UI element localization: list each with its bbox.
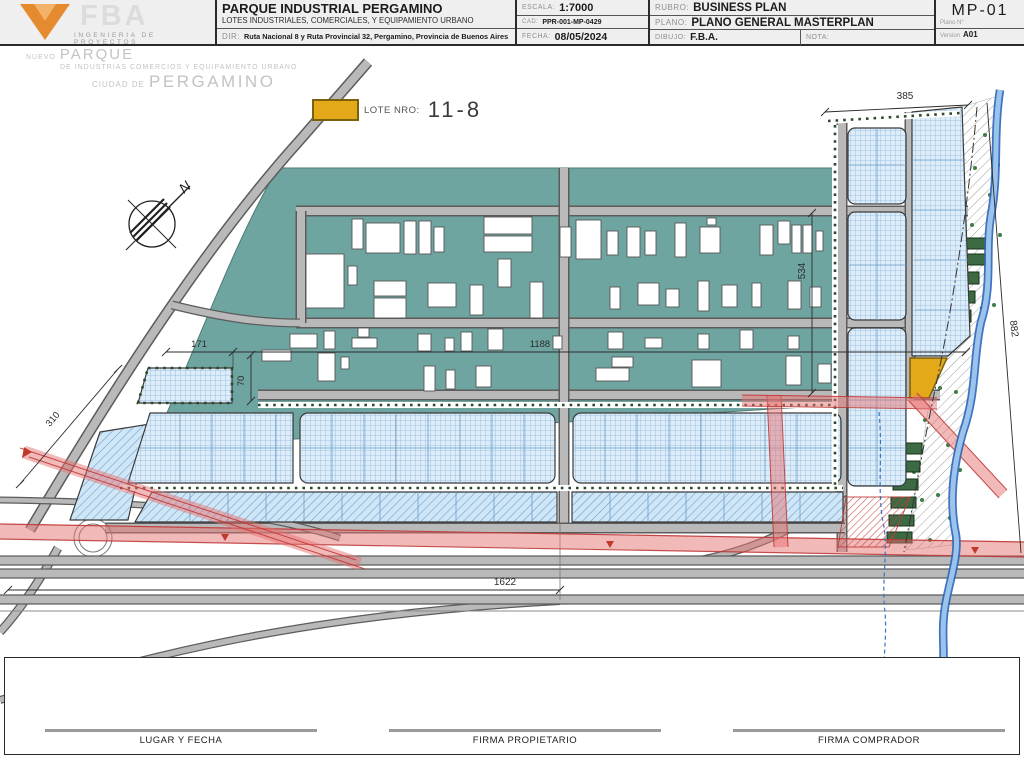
project-subtitle: LOTES INDUSTRIALES, COMERCIALES, Y EQUIP… <box>222 16 474 26</box>
site-plan: 385 534 882 171 1188 70 310 1622 N <box>0 58 1024 704</box>
north-arrow: N <box>125 177 195 251</box>
watermark-pergamino: PERGAMINO <box>149 72 276 91</box>
project-title: PARQUE INDUSTRIAL PERGAMINO <box>222 1 443 17</box>
fba-logo-highlight-icon <box>34 4 56 21</box>
watermark-title: NUEVO PARQUE DE INDUSTRIAS COMERCIOS Y E… <box>26 47 297 92</box>
logo-company: FBA <box>80 0 149 32</box>
logo-cell: FBA INGENIERIA DE PROYECTOS <box>0 0 215 46</box>
masterplan-sheet: 385 534 882 171 1188 70 310 1622 N FBA I… <box>0 0 1024 768</box>
lote-label: LOTE NRO: <box>364 104 420 116</box>
signature-comprador: FIRMA COMPRADOR <box>733 729 1005 746</box>
north-label: N <box>176 177 195 196</box>
signature-line <box>733 729 1005 732</box>
fecha-label: FECHA: <box>522 33 551 40</box>
logo-tagline: INGENIERIA DE PROYECTOS <box>74 32 156 46</box>
plano-value: PLANO GENERAL MASTERPLAN <box>691 16 874 29</box>
signature-lugar-fecha: LUGAR Y FECHA <box>45 729 317 746</box>
sheet-code: MP-01 <box>951 2 1009 19</box>
dibujo-label: DIBUJO: <box>655 34 687 41</box>
rubro-label: RUBRO: <box>655 3 690 12</box>
dim-385: 385 <box>897 91 914 102</box>
escala-label: ESCALA: <box>522 4 556 11</box>
title-block: FBA INGENIERIA DE PROYECTOS PARQUE INDUS… <box>0 0 1024 46</box>
dim-310: 310 <box>44 410 63 429</box>
lot-small <box>137 367 233 404</box>
dim-882: 882 <box>1007 320 1020 338</box>
plan-cell: RUBRO: BUSINESS PLAN PLANO: PLANO GENERA… <box>648 0 934 45</box>
escala-value: 1:7000 <box>559 1 594 14</box>
dim-171: 171 <box>191 339 207 350</box>
watermark-parque: PARQUE <box>59 46 135 63</box>
dim-70: 70 <box>236 376 247 387</box>
signature-label: LUGAR Y FECHA <box>139 735 223 746</box>
dim-1188: 1188 <box>530 339 550 350</box>
signature-label: FIRMA PROPIETARIO <box>472 735 578 746</box>
meta-cell: ESCALA: 1:7000 CAD: PPR-001-MP-0429 FECH… <box>515 0 648 44</box>
dir-label: DIR: <box>222 32 240 41</box>
signature-propietario: FIRMA PROPIETARIO <box>389 729 661 746</box>
plano-label: PLANO: <box>655 18 688 27</box>
version-value: A01 <box>963 30 978 39</box>
project-cell: PARQUE INDUSTRIAL PERGAMINO LOTES INDUST… <box>215 0 515 44</box>
signature-line <box>45 729 317 732</box>
dim-1622: 1622 <box>494 577 517 588</box>
signature-line <box>389 729 661 732</box>
lote-swatch <box>312 99 359 121</box>
dir-value: Ruta Nacional 8 y Ruta Provincial 32, Pe… <box>244 32 509 41</box>
watermark-ciudad: CIUDAD DE <box>92 80 146 89</box>
legend-lote: LOTE NRO: 11-8 <box>312 97 482 123</box>
sheet-plano-n: Plano N° <box>940 20 964 26</box>
nota-label: NOTA: <box>806 34 830 41</box>
watermark-line2: DE INDUSTRIAS COMERCIOS Y EQUIPAMIENTO U… <box>60 64 298 71</box>
signature-box: LUGAR Y FECHA FIRMA PROPIETARIO FIRMA CO… <box>4 657 1020 755</box>
cad-label: CAD: <box>522 19 539 25</box>
signature-label: FIRMA COMPRADOR <box>818 735 920 746</box>
lote-value: 11-8 <box>427 97 483 122</box>
dim-534: 534 <box>797 262 808 279</box>
watermark-nuevo: NUEVO <box>26 54 56 61</box>
cad-value: PPR-001-MP-0429 <box>542 18 602 26</box>
fecha-value: 08/05/2024 <box>554 30 608 43</box>
rubro-value: BUSINESS PLAN <box>693 1 787 14</box>
dibujo-value: F.B.A. <box>690 32 718 43</box>
version-label: Version <box>940 33 961 39</box>
sheet-cell: MP-01 Plano N° Version A01 <box>934 0 1024 44</box>
